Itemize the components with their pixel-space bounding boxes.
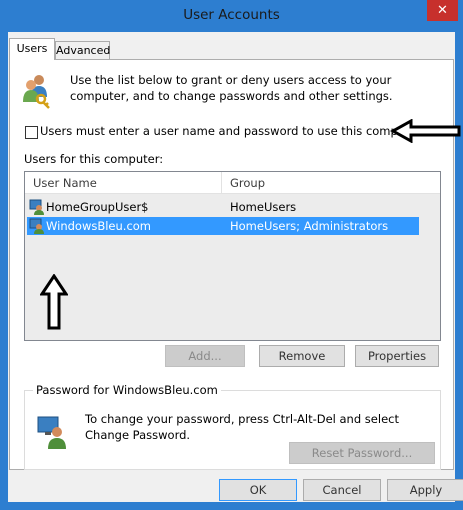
cancel-button[interactable]: Cancel <box>303 479 381 501</box>
user-name-cell: HomeGroupUser$ <box>46 200 149 214</box>
title-bar[interactable]: User Accounts ✕ <box>0 0 463 32</box>
user-group-cell: HomeUsers; Administrators <box>230 219 389 233</box>
tab-advanced[interactable]: Advanced <box>55 41 110 60</box>
require-password-label[interactable]: Users must enter a user name and passwor… <box>40 124 424 138</box>
dialog-client-area: Users Advanced Use the list below to gra… <box>8 32 463 502</box>
users-keys-icon <box>23 75 50 109</box>
window-title: User Accounts <box>183 7 280 23</box>
user-group-cell: HomeUsers <box>230 200 297 214</box>
user-accounts-window: User Accounts ✕ Users Advanced Use the l… <box>0 0 463 510</box>
apply-button[interactable]: Apply <box>387 479 463 501</box>
column-header-user-name[interactable]: User Name <box>25 172 222 194</box>
add-user-button[interactable]: Add... <box>165 345 245 367</box>
up-arrow-annotation <box>40 274 68 330</box>
users-listview[interactable]: User Name Group HomeGroupUser$ HomeUsers <box>24 171 441 341</box>
tab-users[interactable]: Users <box>9 38 55 60</box>
password-instructions: To change your password, press Ctrl-Alt-… <box>85 412 399 442</box>
table-row[interactable]: HomeGroupUser$ HomeUsers <box>27 198 419 216</box>
user-name-cell: WindowsBleu.com <box>46 219 151 233</box>
ok-button[interactable]: OK <box>219 479 297 501</box>
table-row-selected[interactable]: WindowsBleu.com HomeUsers; Administrator… <box>27 217 419 235</box>
require-password-checkbox[interactable] <box>25 126 38 139</box>
users-tab-panel: Use the list below to grant or deny user… <box>9 59 461 470</box>
reset-password-button[interactable]: Reset Password... <box>289 442 435 464</box>
properties-button[interactable]: Properties <box>355 345 439 367</box>
left-arrow-annotation <box>390 119 461 143</box>
user-computer-icon <box>37 416 66 449</box>
remove-user-button[interactable]: Remove <box>259 345 345 367</box>
password-group-title: Password for WindowsBleu.com <box>33 383 221 397</box>
column-header-group[interactable]: Group <box>222 172 440 194</box>
users-list-label: Users for this computer: <box>24 152 164 166</box>
listview-header: User Name Group <box>25 172 440 194</box>
intro-text: Use the list below to grant or deny user… <box>70 73 393 103</box>
user-icon <box>29 218 44 234</box>
password-groupbox: Password for WindowsBleu.com To change y… <box>24 383 441 470</box>
user-icon <box>29 199 44 215</box>
close-button[interactable]: ✕ <box>427 0 458 21</box>
